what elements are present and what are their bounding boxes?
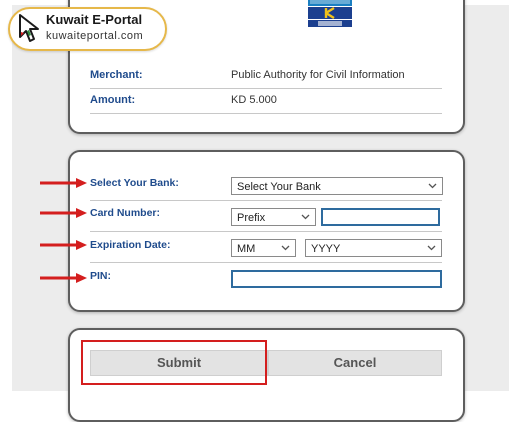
divider [90, 231, 442, 232]
red-annotation-arrow [40, 208, 87, 218]
brand-title: Kuwait E-Portal [46, 12, 143, 27]
expiry-year-value: YYYY [311, 243, 341, 255]
chevron-down-icon [427, 245, 436, 251]
card-number-input[interactable] [321, 208, 440, 226]
bank-select[interactable]: Select Your Bank [231, 177, 443, 195]
kuwait-eportal-badge: Kuwait E-Portal kuwaiteportal.com [8, 7, 167, 51]
divider [90, 113, 442, 114]
brand-url: kuwaiteportal.com [46, 30, 144, 42]
amount-label: Amount: [90, 94, 136, 106]
card-number-label: Card Number: [90, 207, 161, 219]
red-annotation-arrow [40, 273, 87, 283]
red-annotation-arrow [40, 240, 87, 250]
expiry-year-select[interactable]: YYYY [305, 239, 442, 257]
cancel-button[interactable]: Cancel [268, 350, 442, 376]
divider [90, 262, 442, 263]
expiry-month-value: MM [237, 243, 256, 255]
divider [90, 200, 442, 201]
pin-input[interactable] [231, 270, 442, 288]
expiry-month-select[interactable]: MM [231, 239, 296, 257]
divider [90, 88, 442, 89]
bank-select-value: Select Your Bank [237, 181, 321, 193]
pin-label: PIN: [90, 270, 111, 282]
card-prefix-value: Prefix [237, 212, 266, 224]
amount-value: KD 5.000 [231, 94, 277, 106]
chevron-down-icon [428, 183, 437, 189]
kuwait-portal-logo-icon [19, 14, 39, 42]
bank-label: Select Your Bank: [90, 177, 179, 189]
knet-logo [306, 0, 354, 28]
red-annotation-arrow [40, 178, 87, 188]
card-entry-form: Select Your Bank: Select Your Bank Card … [68, 150, 465, 312]
chevron-down-icon [301, 214, 310, 220]
expiration-date-label: Expiration Date: [90, 239, 171, 251]
merchant-label: Merchant: [90, 69, 143, 81]
card-prefix-select[interactable]: Prefix [231, 208, 316, 226]
submit-highlight-box [81, 340, 267, 385]
chevron-down-icon [281, 245, 290, 251]
merchant-value: Public Authority for Civil Information [231, 69, 405, 81]
